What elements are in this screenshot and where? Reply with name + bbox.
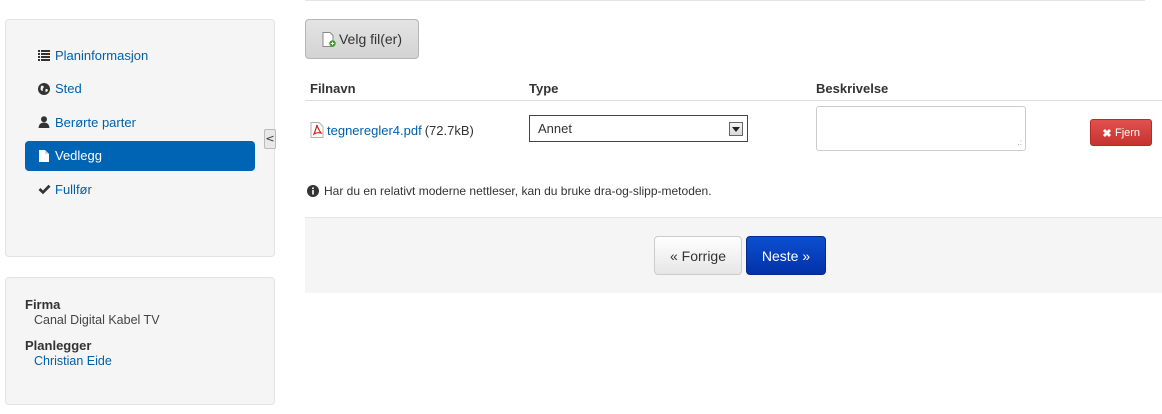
sidebar-nav: Planinformasjon Sted Berørte parter Vedl… [5,19,275,257]
list-icon [37,48,51,62]
choose-files-label: Velg fil(er) [338,31,403,47]
column-header-filename: Filnavn [310,81,356,96]
company-value: Canal Digital Kabel TV [34,313,160,327]
previous-button[interactable]: « Forrige [654,236,742,275]
file-icon [37,149,51,163]
file-size: (72.7kB) [424,122,474,138]
choose-files-button[interactable]: Velg fil(er) [305,19,419,59]
drag-drop-hint: Har du en relativt moderne nettleser, ka… [307,184,712,198]
description-textarea[interactable]: .: [816,106,1026,151]
column-header-description: Beskrivelse [816,81,889,96]
plan-info-panel: Firma Canal Digital Kabel TV Planlegger … [5,277,275,405]
add-file-icon [322,31,336,47]
user-icon [37,115,51,129]
type-select-value: Annet [538,121,572,136]
chevron-down-icon[interactable] [729,122,743,136]
check-icon [37,182,51,196]
sidebar-item-sted[interactable]: Sted [25,74,255,104]
sidebar-item-label: Berørte parter [55,114,136,130]
sidebar-item-label: Planinformasjon [55,47,149,63]
table-header-divider [305,100,1162,101]
sidebar-item-vedlegg[interactable]: Vedlegg [25,140,255,171]
company-label: Firma [25,297,61,312]
file-link[interactable]: tegneregler4.pdf [327,123,422,138]
sidebar-item-label: Vedlegg [55,148,102,163]
sidebar-item-label: Sted [55,81,82,96]
pdf-icon [310,122,324,138]
resize-handle-icon[interactable]: .: [1018,139,1022,147]
remove-file-label: Fjern [1114,126,1141,139]
sidebar-item-berorte-parter[interactable]: Berørte parter [25,107,255,137]
sidebar-item-planinformasjon[interactable]: Planinformasjon [25,40,255,70]
drag-drop-hint-text: Har du en relativt moderne nettleser, ka… [324,184,712,198]
column-header-type: Type [529,81,559,96]
type-select[interactable]: Annet [529,115,748,142]
remove-file-button[interactable]: Fjern [1090,119,1152,146]
table-row: tegneregler4.pdf (72.7kB) [310,122,474,138]
next-button[interactable]: Neste » [746,236,826,275]
sidebar-collapse-button[interactable]: < [264,129,276,149]
close-icon [1102,128,1112,138]
sidebar-item-label: Fullfør [55,181,92,197]
top-divider [305,0,1145,1]
planner-label: Planlegger [25,338,92,353]
sidebar-item-fullfor[interactable]: Fullfør [25,174,255,204]
globe-icon [37,82,51,96]
info-icon [307,185,319,197]
planner-link[interactable]: Christian Eide [25,354,255,369]
